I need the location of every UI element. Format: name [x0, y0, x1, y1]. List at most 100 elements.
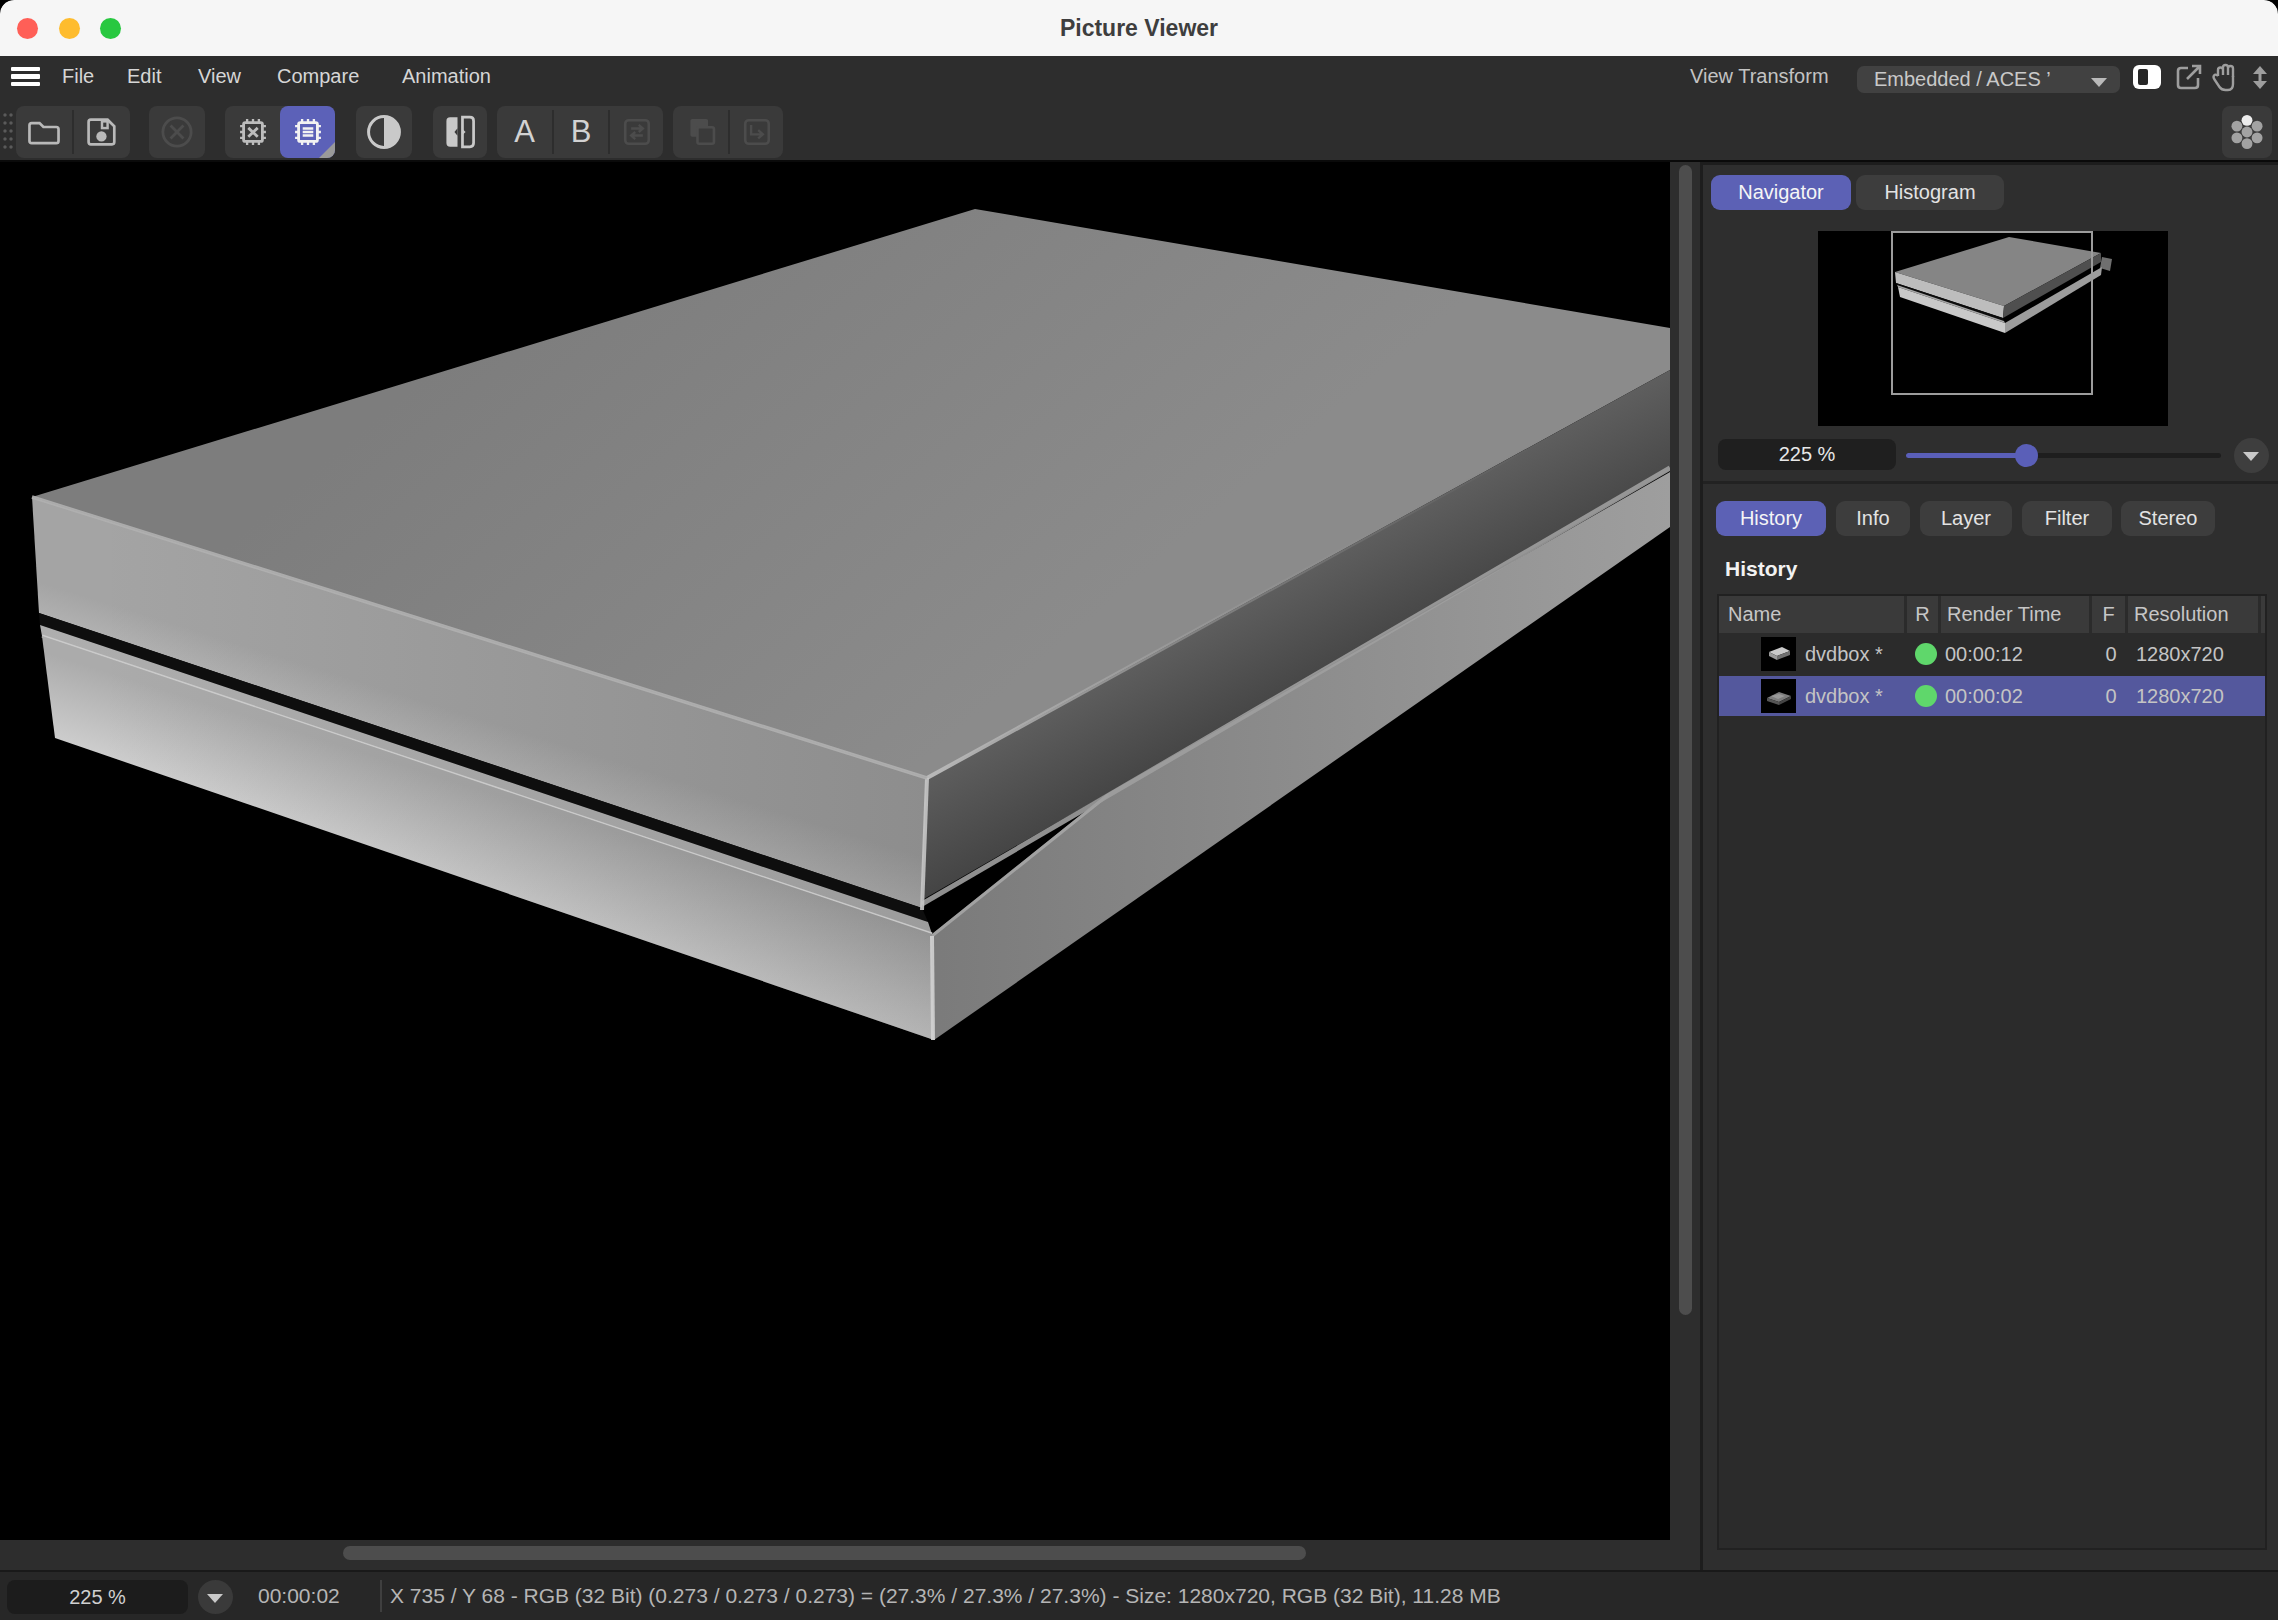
- image-canvas[interactable]: [0, 162, 1670, 1540]
- statusbar-pixel-info: X 735 / Y 68 - RGB (32 Bit) (0.273 / 0.2…: [390, 1572, 1501, 1620]
- cache-to-ram-button[interactable]: [280, 106, 335, 158]
- history-row-2-frame: 0: [2095, 676, 2127, 716]
- chevron-down-icon: [2091, 78, 2107, 87]
- column-header-r[interactable]: R: [1907, 596, 1938, 633]
- tab-navigator-label: Navigator: [1711, 175, 1851, 210]
- chevron-down-icon: [2243, 452, 2259, 461]
- contrast-button[interactable]: [356, 106, 412, 158]
- compare-b-button[interactable]: B: [554, 106, 608, 158]
- zoom-slider[interactable]: [1906, 453, 2221, 458]
- corner-fold-icon: [319, 142, 335, 158]
- contrast-group: [356, 106, 412, 158]
- fit-vertical-icon[interactable]: [2247, 64, 2273, 91]
- history-row-2-name: dvdbox *: [1805, 676, 1883, 716]
- zoom-percent-value: 225 %: [1779, 443, 1836, 465]
- open-file-button[interactable]: [16, 106, 72, 158]
- history-row-1[interactable]: dvdbox * 00:00:12 0 1280x720: [1719, 634, 2265, 674]
- tab-info[interactable]: Info: [1836, 501, 1910, 536]
- tab-stereo-label: Stereo: [2121, 501, 2215, 536]
- tab-histogram-label: Histogram: [1856, 175, 2004, 210]
- split-compare-button[interactable]: [433, 106, 487, 158]
- render-settings-group: [2222, 106, 2272, 158]
- statusbar-render-time: 00:00:02: [258, 1572, 340, 1620]
- vertical-scrollbar-track[interactable]: [1670, 162, 1700, 1570]
- view-transform-label: View Transform: [1690, 56, 1829, 97]
- statusbar-divider: [380, 1580, 382, 1612]
- tab-navigator[interactable]: Navigator: [1711, 175, 1851, 210]
- history-list: Name R Render Time F Resolution dvdbox *: [1717, 594, 2267, 1550]
- history-row-1-thumbnail: [1761, 637, 1796, 671]
- clear-cache-chip-button[interactable]: [225, 106, 280, 158]
- menu-file[interactable]: File: [62, 56, 94, 97]
- copy-group: [673, 106, 783, 158]
- navigator-view-frame[interactable]: [1891, 231, 2093, 395]
- title-bar: Picture Viewer: [0, 0, 2278, 56]
- zoom-preset-dropdown-button[interactable]: [2234, 438, 2269, 473]
- menu-edit[interactable]: Edit: [127, 56, 161, 97]
- column-header-resolution[interactable]: Resolution: [2128, 596, 2258, 633]
- history-row-1-name: dvdbox *: [1805, 634, 1883, 674]
- menu-compare[interactable]: Compare: [277, 56, 359, 97]
- column-header-spacer: [2261, 596, 2265, 633]
- rendered-image-dvdbox: [0, 162, 1670, 1540]
- tab-info-label: Info: [1836, 501, 1910, 536]
- history-row-2[interactable]: dvdbox * 00:00:02 0 1280x720: [1719, 676, 2265, 716]
- tab-layer[interactable]: Layer: [1920, 501, 2012, 536]
- menu-view[interactable]: View: [198, 56, 241, 97]
- side-panel: Navigator Histogram 225 % History Info: [1700, 162, 2278, 1570]
- history-row-1-resolution: 1280x720: [2136, 634, 2224, 674]
- column-header-render-time[interactable]: Render Time: [1941, 596, 2089, 633]
- view-transform-value: Embedded / ACES ’: [1874, 68, 2051, 90]
- split-compare-group: [433, 106, 487, 158]
- toolbar: A B: [0, 97, 2278, 162]
- tab-filter[interactable]: Filter: [2022, 501, 2112, 536]
- window-title: Picture Viewer: [0, 0, 2278, 56]
- export-image-button[interactable]: [730, 106, 783, 158]
- tab-history-label: History: [1716, 501, 1826, 536]
- save-file-button[interactable]: [74, 106, 130, 158]
- history-row-1-frame: 0: [2095, 634, 2127, 674]
- column-header-f[interactable]: F: [2092, 596, 2125, 633]
- ab-compare-group: A B: [497, 106, 663, 158]
- zoom-slider-fill: [1906, 453, 2024, 458]
- tab-history[interactable]: History: [1716, 501, 1826, 536]
- horizontal-scrollbar-track[interactable]: [0, 1540, 1670, 1570]
- toolbar-drag-handle[interactable]: [2, 111, 14, 153]
- hamburger-menu-icon[interactable]: [11, 67, 40, 86]
- picture-viewer-window: Picture Viewer File Edit View Compare An…: [0, 0, 2278, 1620]
- menu-animation[interactable]: Animation: [402, 56, 491, 97]
- copy-image-button[interactable]: [673, 106, 728, 158]
- tab-stereo[interactable]: Stereo: [2121, 501, 2215, 536]
- tab-histogram[interactable]: Histogram: [1856, 175, 2004, 210]
- delete-button-group: [149, 106, 205, 158]
- file-button-group: [16, 106, 130, 158]
- toggle-panel-icon[interactable]: [2133, 65, 2161, 89]
- compare-a-button[interactable]: A: [497, 106, 552, 158]
- horizontal-scrollbar-thumb[interactable]: [343, 1546, 1306, 1560]
- render-settings-button[interactable]: [2222, 106, 2272, 158]
- history-row-2-resolution: 1280x720: [2136, 676, 2224, 716]
- tab-layer-label: Layer: [1920, 501, 2012, 536]
- tab-filter-label: Filter: [2022, 501, 2112, 536]
- history-row-2-render-time: 00:00:02: [1945, 676, 2023, 716]
- statusbar-zoom-dropdown-button[interactable]: [198, 1580, 233, 1614]
- open-external-window-icon[interactable]: [2175, 64, 2203, 91]
- history-table-header: Name R Render Time F Resolution: [1719, 596, 2265, 633]
- menu-bar: File Edit View Compare Animation View Tr…: [0, 56, 2278, 97]
- statusbar-zoom-input[interactable]: 225 %: [7, 1580, 188, 1614]
- hand-pan-icon[interactable]: [2211, 63, 2239, 92]
- status-bar: 225 % 00:00:02 X 735 / Y 68 - RGB (32 Bi…: [0, 1570, 2278, 1620]
- history-row-2-thumbnail: [1761, 679, 1796, 713]
- navigator-preview[interactable]: [1818, 231, 2168, 426]
- view-transform-select[interactable]: Embedded / ACES ’: [1857, 66, 2120, 93]
- zoom-slider-knob[interactable]: [2015, 444, 2038, 467]
- column-header-name[interactable]: Name: [1719, 596, 1904, 633]
- zoom-percent-input[interactable]: 225 %: [1718, 439, 1896, 470]
- delete-image-button[interactable]: [149, 106, 205, 158]
- history-row-1-status-icon: [1915, 643, 1937, 665]
- statusbar-zoom-value: 225 %: [69, 1586, 126, 1608]
- swap-ab-button[interactable]: [610, 106, 663, 158]
- panel-separator: [1703, 481, 2278, 484]
- history-row-1-render-time: 00:00:12: [1945, 634, 2023, 674]
- vertical-scrollbar-thumb[interactable]: [1679, 165, 1692, 1315]
